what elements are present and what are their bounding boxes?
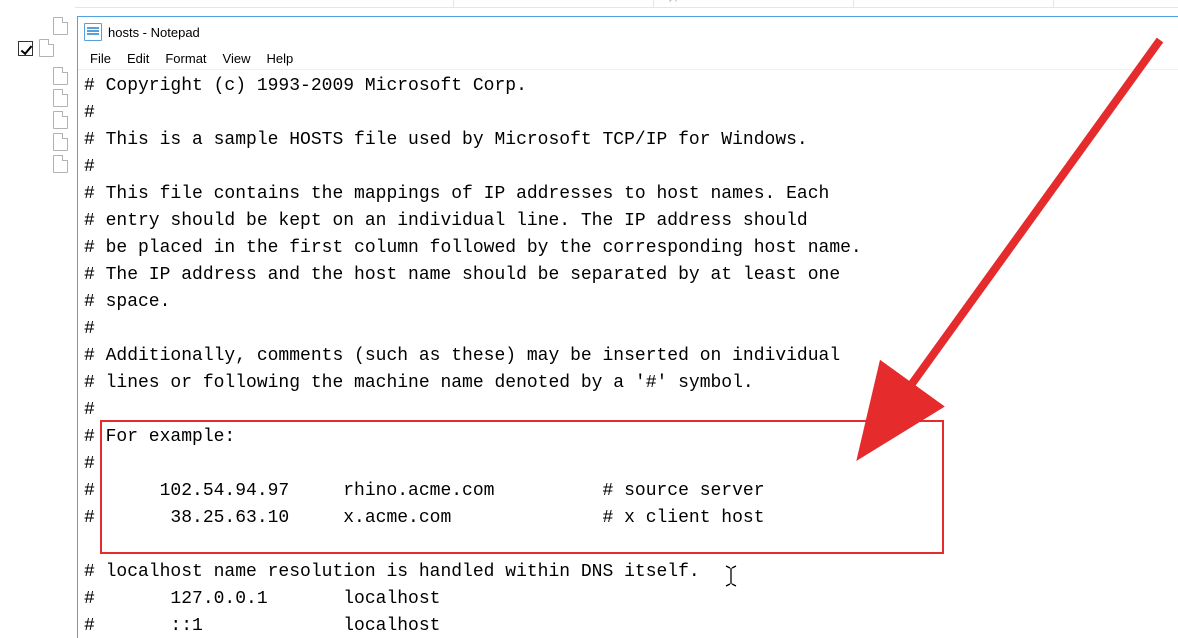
checkbox-icon[interactable] bbox=[18, 41, 33, 56]
menu-view[interactable]: View bbox=[215, 49, 259, 68]
notepad-icon bbox=[84, 23, 102, 41]
menu-format[interactable]: Format bbox=[157, 49, 214, 68]
file-icon[interactable] bbox=[39, 39, 54, 57]
file-icon[interactable] bbox=[53, 67, 68, 85]
explorer-col-date[interactable]: Date modified bbox=[454, 0, 654, 8]
menu-file[interactable]: File bbox=[82, 49, 119, 68]
menu-bar: File Edit Format View Help bbox=[78, 47, 1178, 70]
explorer-left-strip bbox=[0, 7, 75, 638]
file-icon[interactable] bbox=[53, 111, 68, 129]
explorer-selected-row[interactable] bbox=[18, 37, 54, 59]
file-icon[interactable] bbox=[53, 155, 68, 173]
menu-edit[interactable]: Edit bbox=[119, 49, 157, 68]
file-icon[interactable] bbox=[53, 17, 68, 35]
menu-help[interactable]: Help bbox=[258, 49, 301, 68]
file-icon[interactable] bbox=[53, 89, 68, 107]
title-bar[interactable]: hosts - Notepad bbox=[78, 17, 1178, 47]
file-icon[interactable] bbox=[53, 133, 68, 151]
text-area[interactable]: # Copyright (c) 1993-2009 Microsoft Corp… bbox=[78, 71, 1178, 638]
explorer-col-type[interactable]: Type bbox=[654, 0, 854, 8]
explorer-header: Name Date modified Type Size bbox=[0, 0, 1178, 8]
explorer-col-size[interactable]: Size bbox=[854, 0, 1054, 8]
window-title: hosts - Notepad bbox=[108, 25, 200, 40]
notepad-window: hosts - Notepad File Edit Format View He… bbox=[77, 16, 1178, 638]
